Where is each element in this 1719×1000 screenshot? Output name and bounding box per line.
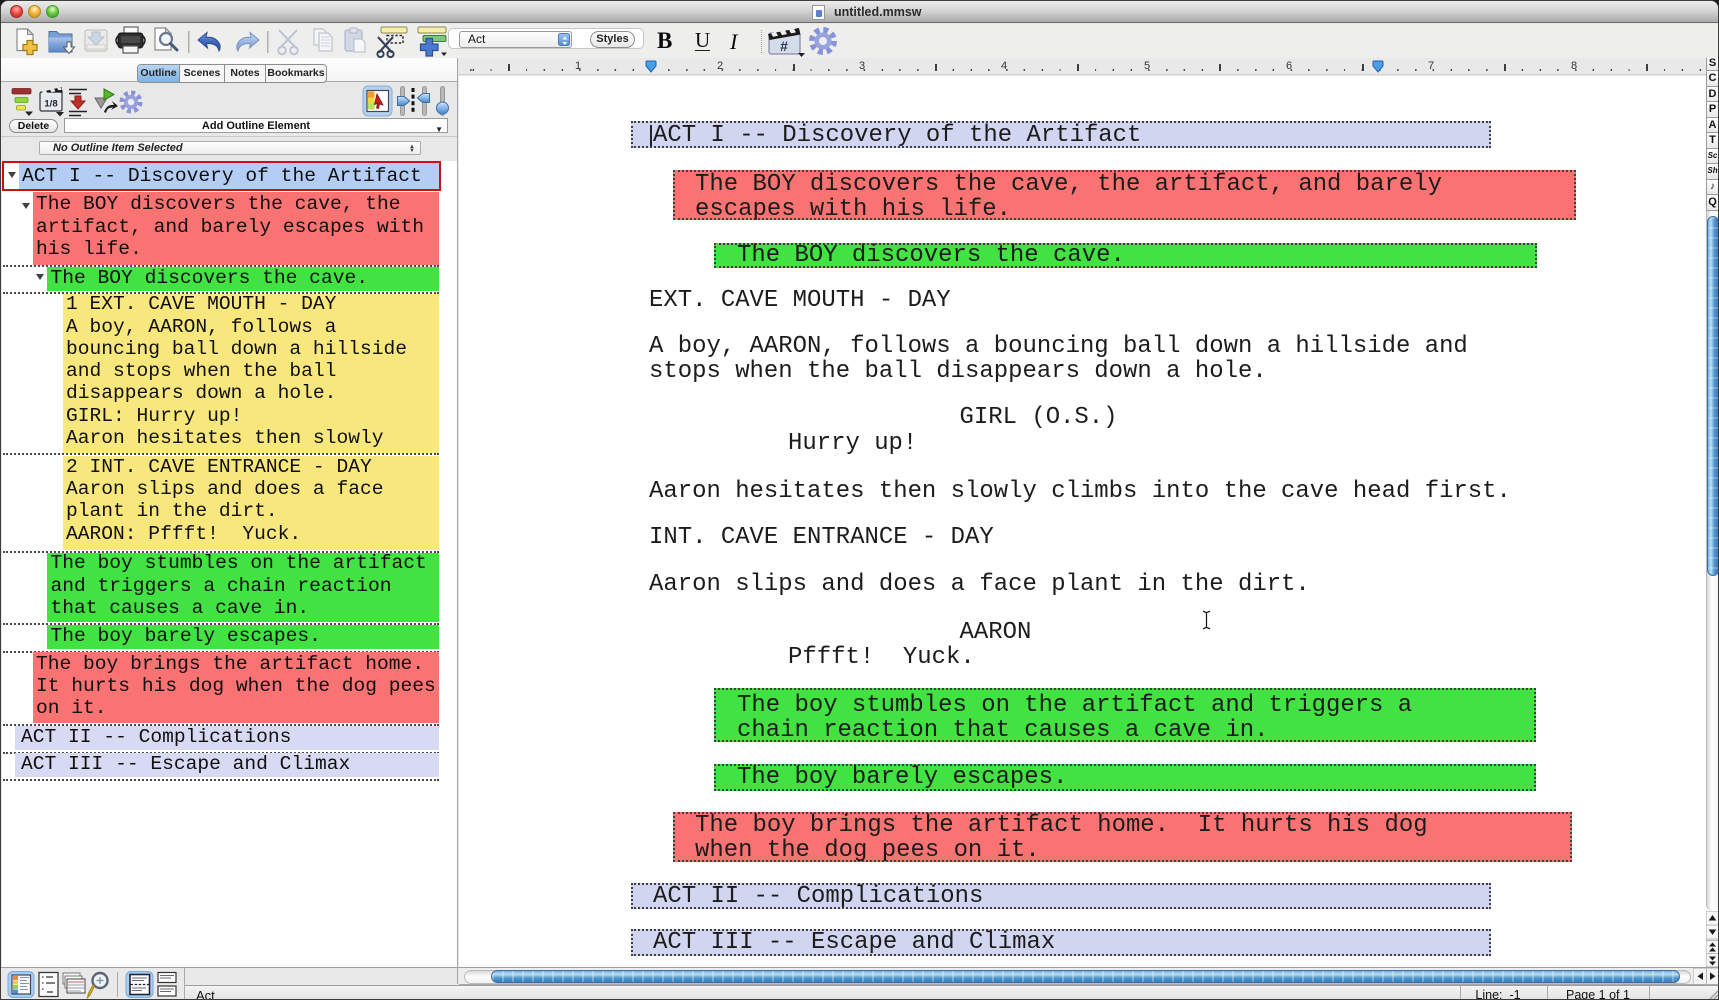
svg-text:#: # xyxy=(780,38,788,54)
svg-text:1/8: 1/8 xyxy=(44,99,57,110)
